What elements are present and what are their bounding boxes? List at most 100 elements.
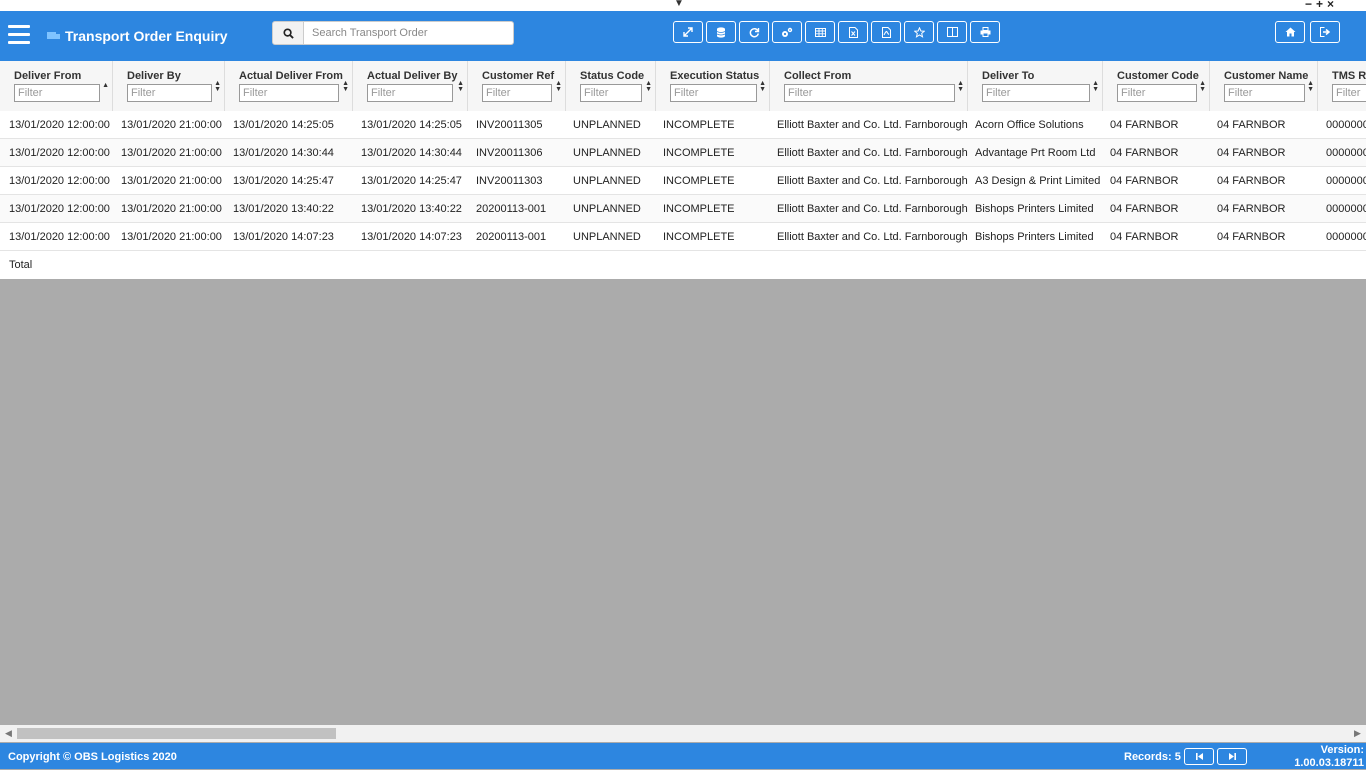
- column-filter-input[interactable]: [784, 84, 955, 102]
- column-header[interactable]: Deliver To ▲▼: [968, 61, 1103, 111]
- sort-icon[interactable]: ▲ ▼: [214, 80, 221, 93]
- column-filter-input[interactable]: [1332, 84, 1366, 102]
- search-button[interactable]: [272, 21, 304, 45]
- column-header[interactable]: Actual Deliver From▲▼: [225, 61, 353, 111]
- sort-icon[interactable]: ▲ ▼: [342, 80, 349, 93]
- table-cell: INCOMPLETE: [663, 231, 735, 243]
- scroll-right-icon[interactable]: ▶: [1354, 728, 1361, 739]
- column-header[interactable]: Actual Deliver By▲▼: [353, 61, 468, 111]
- column-header[interactable]: Deliver From ▲: [0, 61, 113, 111]
- hamburger-menu-icon[interactable]: [8, 25, 30, 45]
- search-box: [272, 21, 514, 45]
- sort-icon[interactable]: ▲ ▼: [645, 80, 652, 93]
- sort-icon[interactable]: ▲ ▼: [957, 80, 964, 93]
- table-cell: 13/01/2020 21:00:00: [121, 231, 222, 243]
- column-filter-input[interactable]: [14, 84, 100, 102]
- sort-icon[interactable]: ▲ ▼: [1092, 80, 1099, 93]
- column-header[interactable]: Customer Name▲▼: [1210, 61, 1318, 111]
- sort-icon[interactable]: ▲ ▼: [759, 80, 766, 93]
- sort-icon[interactable]: ▲ ▼: [555, 80, 562, 93]
- search-icon: [282, 27, 294, 39]
- table-row[interactable]: 13/01/2020 12:00:00 13/01/2020 21:00:00 13…: [0, 223, 1366, 251]
- column-filter-input[interactable]: [1224, 84, 1305, 102]
- table-cell: 13/01/2020 14:25:47: [361, 175, 462, 187]
- logout-button[interactable]: [1310, 21, 1340, 43]
- window-controls[interactable]: −+×: [1305, 0, 1338, 11]
- records-count: Records: 5: [1124, 751, 1181, 763]
- scrollbar-thumb[interactable]: [17, 728, 336, 739]
- table-cell: 13/01/2020 12:00:00: [9, 231, 110, 243]
- column-header[interactable]: Customer Ref▲▼: [468, 61, 566, 111]
- table-row[interactable]: 13/01/2020 12:00:00 13/01/2020 21:00:00 13…: [0, 111, 1366, 139]
- column-label: Collect From: [784, 70, 852, 82]
- column-label: Customer Ref: [482, 70, 555, 82]
- table-row[interactable]: 13/01/2020 12:00:00 13/01/2020 21:00:00 13…: [0, 195, 1366, 223]
- table-cell: Acorn Office Solutions: [975, 119, 1084, 131]
- export-excel-button[interactable]: [838, 21, 868, 43]
- column-filter-input[interactable]: [1117, 84, 1197, 102]
- column-label: Deliver To: [982, 70, 1035, 82]
- table-row[interactable]: 13/01/2020 12:00:00 13/01/2020 21:00:00 13…: [0, 167, 1366, 195]
- expand-icon: [683, 27, 693, 37]
- sort-asc-icon[interactable]: ▲: [102, 82, 109, 89]
- table-cell: Bishops Printers Limited: [975, 231, 1094, 243]
- table-cell: INV20011306: [476, 147, 543, 159]
- table-cell: 04 FARNBOR: [1110, 147, 1179, 159]
- expand-button[interactable]: [673, 21, 703, 43]
- column-header[interactable]: Status Code▲▼: [566, 61, 656, 111]
- table-cell: INCOMPLETE: [663, 203, 735, 215]
- horizontal-scrollbar[interactable]: ◀ ▶: [0, 725, 1366, 742]
- settings-button[interactable]: [772, 21, 802, 43]
- column-filter-input[interactable]: [482, 84, 552, 102]
- version-number: 1.00.03.18711: [1294, 757, 1364, 769]
- table-cell: INCOMPLETE: [663, 175, 735, 187]
- column-header[interactable]: Collect From ▲▼: [770, 61, 968, 111]
- database-icon: [716, 26, 726, 38]
- export-pdf-button[interactable]: [871, 21, 901, 43]
- refresh-button[interactable]: [739, 21, 769, 43]
- scroll-left-icon[interactable]: ◀: [5, 728, 12, 739]
- column-filter-input[interactable]: [127, 84, 212, 102]
- column-filter-input[interactable]: [580, 84, 642, 102]
- column-filter-input[interactable]: [982, 84, 1090, 102]
- table-row[interactable]: 13/01/2020 12:00:00 13/01/2020 21:00:00 13…: [0, 139, 1366, 167]
- pulldown-arrow[interactable]: ▼: [674, 0, 684, 9]
- table-cell: Elliott Baxter and Co. Ltd. Farnborough: [777, 231, 968, 243]
- top-strip: ▼ −+×: [0, 0, 1366, 11]
- first-page-icon: [1195, 753, 1203, 760]
- column-header[interactable]: Deliver By ▲▼: [113, 61, 225, 111]
- table-cell: 04 FARNBOR: [1217, 203, 1286, 215]
- table-cell: 13/01/2020 14:07:23: [233, 231, 334, 243]
- favourite-button[interactable]: [904, 21, 934, 43]
- home-button[interactable]: [1275, 21, 1305, 43]
- table-cell: Elliott Baxter and Co. Ltd. Farnborough: [777, 147, 968, 159]
- table-cell: 0000000: [1326, 203, 1366, 215]
- logout-icon: [1319, 27, 1330, 37]
- sort-icon[interactable]: ▲ ▼: [1307, 80, 1314, 93]
- table-button[interactable]: [805, 21, 835, 43]
- column-filter-input[interactable]: [670, 84, 757, 102]
- print-button[interactable]: [970, 21, 1000, 43]
- table-cell: Bishops Printers Limited: [975, 203, 1094, 215]
- last-page-button[interactable]: [1217, 748, 1247, 765]
- cogs-icon: [782, 27, 793, 37]
- sort-icon[interactable]: ▲ ▼: [1199, 80, 1206, 93]
- version-label: Version:: [1320, 744, 1364, 756]
- column-label: Actual Deliver By: [367, 70, 458, 82]
- first-page-button[interactable]: [1184, 748, 1214, 765]
- table-cell: 20200113-001: [476, 203, 547, 215]
- search-input[interactable]: [304, 21, 514, 45]
- table-cell: 04 FARNBOR: [1217, 175, 1286, 187]
- column-header[interactable]: TMS Re: [1318, 61, 1366, 111]
- column-header[interactable]: Customer Code▲▼: [1103, 61, 1210, 111]
- page-title-wrap: Transport Order Enquiry: [47, 28, 228, 44]
- column-filter-input[interactable]: [239, 84, 339, 102]
- column-header[interactable]: Execution Status▲▼: [656, 61, 770, 111]
- table-cell: UNPLANNED: [573, 203, 641, 215]
- columns-button[interactable]: [937, 21, 967, 43]
- table-cell: 13/01/2020 21:00:00: [121, 175, 222, 187]
- column-filter-input[interactable]: [367, 84, 453, 102]
- database-button[interactable]: [706, 21, 736, 43]
- column-label: Customer Name: [1224, 70, 1309, 82]
- sort-icon[interactable]: ▲ ▼: [457, 80, 464, 93]
